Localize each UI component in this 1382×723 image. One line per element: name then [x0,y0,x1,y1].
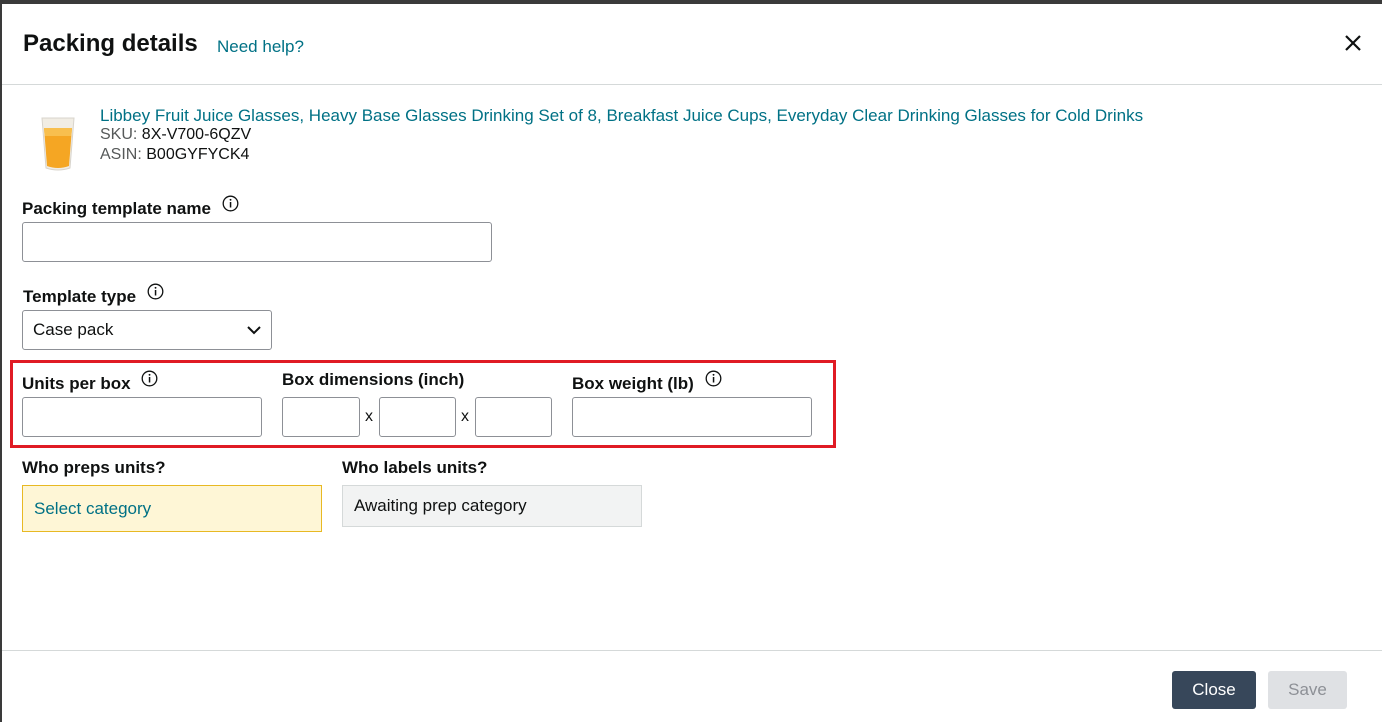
box-weight-label: Box weight (lb) [572,370,722,394]
need-help-link[interactable]: Need help? [217,37,304,57]
template-name-label-text: Packing template name [22,199,211,218]
product-sku: SKU: 8X-V700-6QZV [100,126,251,144]
juice-glass-image [41,117,75,171]
box-weight-input[interactable] [572,397,812,437]
asin-label: ASIN: [100,146,142,163]
sku-value: 8X-V700-6QZV [141,126,252,143]
dimension-separator: x [365,408,373,425]
window-left-border [0,0,2,722]
prep-category-select[interactable]: Select category [22,485,322,532]
sku-label: SKU: [100,126,138,143]
template-type-value: Case pack [33,320,114,339]
who-labels-label: Who labels units? [342,458,488,477]
info-icon[interactable] [141,370,158,387]
template-type-label: Template type [23,283,164,307]
product-summary: Libbey Fruit Juice Glasses, Heavy Base G… [32,106,1332,176]
template-name-label: Packing template name [22,195,239,219]
dialog-header: Packing details Need help? [2,4,1382,85]
template-type-select[interactable]: Case pack [22,310,272,350]
box-width-input[interactable] [379,397,456,437]
who-preps-label: Who preps units? [22,458,166,477]
info-icon[interactable] [222,195,239,212]
chevron-down-icon [247,325,261,334]
product-title-link[interactable]: Libbey Fruit Juice Glasses, Heavy Base G… [100,106,1143,126]
asin-value: B00GYFYCK4 [146,146,250,163]
close-icon[interactable] [1338,28,1366,56]
units-per-box-input[interactable] [22,397,262,437]
product-asin: ASIN: B00GYFYCK4 [100,146,249,164]
dialog-title: Packing details [23,30,198,57]
box-height-input[interactable] [475,397,552,437]
info-icon[interactable] [705,370,722,387]
units-per-box-label-text: Units per box [22,374,131,393]
close-button[interactable]: Close [1172,671,1256,709]
dimension-separator: x [461,408,469,425]
labels-status: Awaiting prep category [342,485,642,527]
units-per-box-label: Units per box [22,370,158,394]
save-button[interactable]: Save [1268,671,1347,709]
box-weight-label-text: Box weight (lb) [572,374,694,393]
template-name-input[interactable] [22,222,492,262]
info-icon[interactable] [147,283,164,300]
box-length-input[interactable] [282,397,360,437]
template-type-label-text: Template type [23,287,137,306]
box-dimensions-label: Box dimensions (inch) [282,370,465,389]
